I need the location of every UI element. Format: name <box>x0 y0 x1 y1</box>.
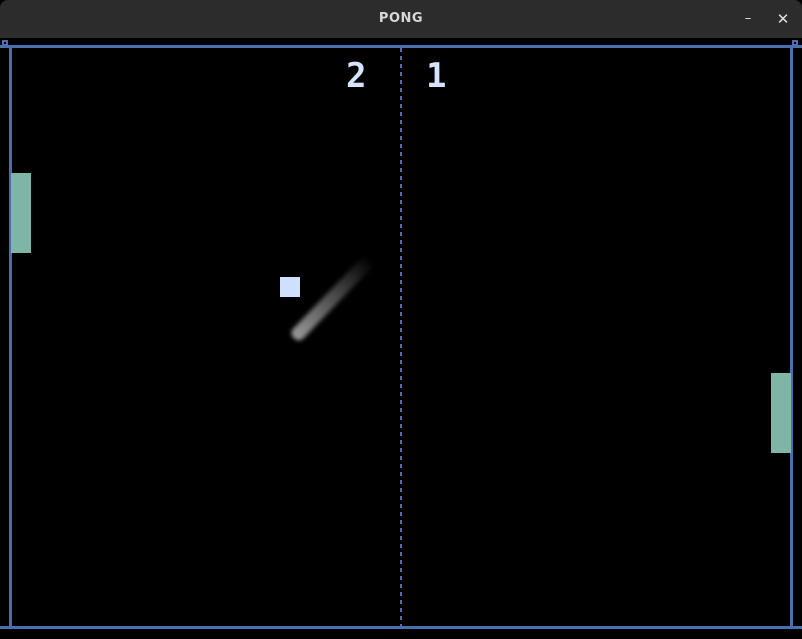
left-wall <box>9 45 12 629</box>
window-title: PONG <box>378 11 424 26</box>
bottom-wall <box>0 626 802 629</box>
right-player-score: 1 <box>426 56 447 96</box>
left-player-score: 2 <box>346 56 367 96</box>
right-paddle <box>771 373 791 453</box>
ball-motion-trail <box>288 254 376 343</box>
ball <box>280 277 300 297</box>
title-bar: PONG – ✕ <box>0 0 802 39</box>
game-area[interactable]: 2 1 <box>0 38 802 639</box>
minimize-button[interactable]: – <box>738 9 758 29</box>
corner-marker-top-right <box>792 40 798 46</box>
corner-marker-top-left <box>2 40 8 46</box>
left-paddle <box>11 173 31 253</box>
right-wall <box>790 45 793 629</box>
close-button[interactable]: ✕ <box>773 9 793 29</box>
center-net <box>400 48 402 626</box>
